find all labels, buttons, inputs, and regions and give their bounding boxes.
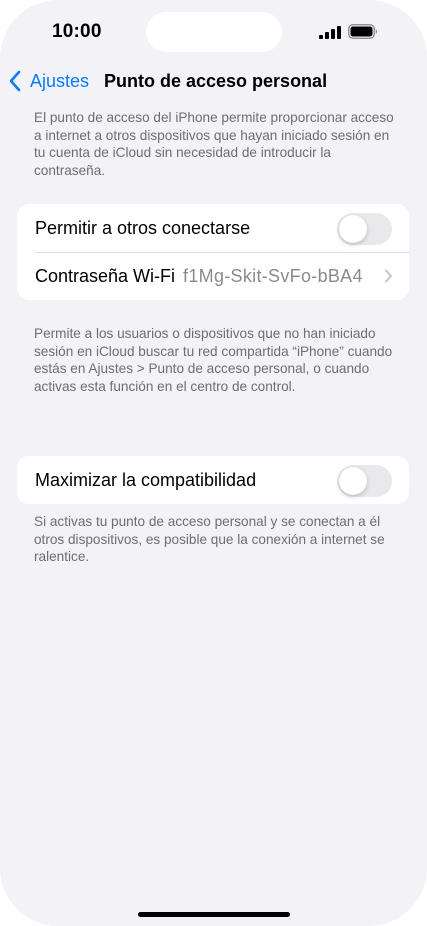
compatibility-settings-group: Maximizar la compatibilidad	[17, 456, 409, 504]
signal-icon	[319, 26, 341, 39]
hotspot-settings-group: Permitir a otros conectarse Contraseña W…	[17, 204, 409, 300]
battery-icon	[348, 24, 377, 39]
wifi-password-label: Contraseña Wi-Fi	[35, 265, 176, 286]
compatibility-row: Maximizar la compatibilidad	[17, 456, 409, 504]
chevron-right-icon	[385, 269, 392, 283]
allow-others-row: Permitir a otros conectarse	[17, 204, 409, 252]
family-sharing-description: Permite a los usuarios o dispositivos qu…	[34, 326, 393, 394]
allow-others-label: Permitir a otros conectarse	[35, 217, 251, 238]
wifi-password-row[interactable]: Contraseña Wi-Fi f1Mg-Skit-SvFo-bBA4	[17, 252, 409, 300]
home-indicator[interactable]	[138, 912, 290, 917]
page-title: Punto de acceso personal	[104, 71, 328, 91]
phone-screen: 10:00 Ajustes Punto de acceso personal E…	[0, 0, 427, 926]
dynamic-island	[146, 12, 282, 52]
wifi-password-value: f1Mg-Skit-SvFo-bBA4	[183, 265, 363, 286]
compatibility-label: Maximizar la compatibilidad	[35, 469, 257, 490]
chevron-left-icon	[9, 70, 21, 92]
compatibility-toggle[interactable]	[337, 465, 392, 497]
compatibility-description: Si activas tu punto de acceso personal y…	[34, 514, 385, 564]
toggle-knob	[339, 467, 367, 495]
back-button[interactable]: Ajustes	[8, 70, 89, 92]
allow-others-toggle[interactable]	[337, 213, 392, 245]
back-button-label: Ajustes	[30, 70, 90, 91]
intro-description: El punto de acceso del iPhone permite pr…	[34, 110, 394, 178]
toggle-knob	[339, 215, 367, 243]
status-time: 10:00	[52, 21, 102, 42]
